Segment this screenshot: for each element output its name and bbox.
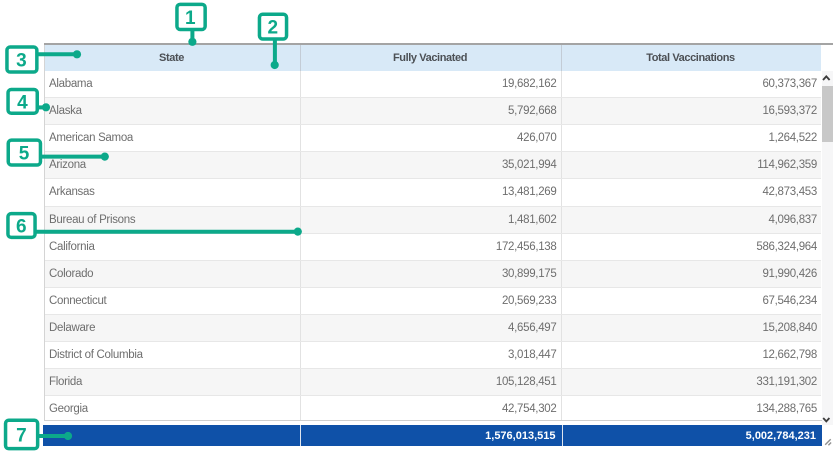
svg-text:3: 3 <box>16 51 27 72</box>
svg-text:5: 5 <box>19 144 30 165</box>
svg-text:6: 6 <box>16 216 27 237</box>
svg-text:1: 1 <box>185 8 196 29</box>
svg-text:4: 4 <box>17 92 28 113</box>
svg-text:7: 7 <box>16 425 27 446</box>
svg-text:2: 2 <box>268 18 279 39</box>
